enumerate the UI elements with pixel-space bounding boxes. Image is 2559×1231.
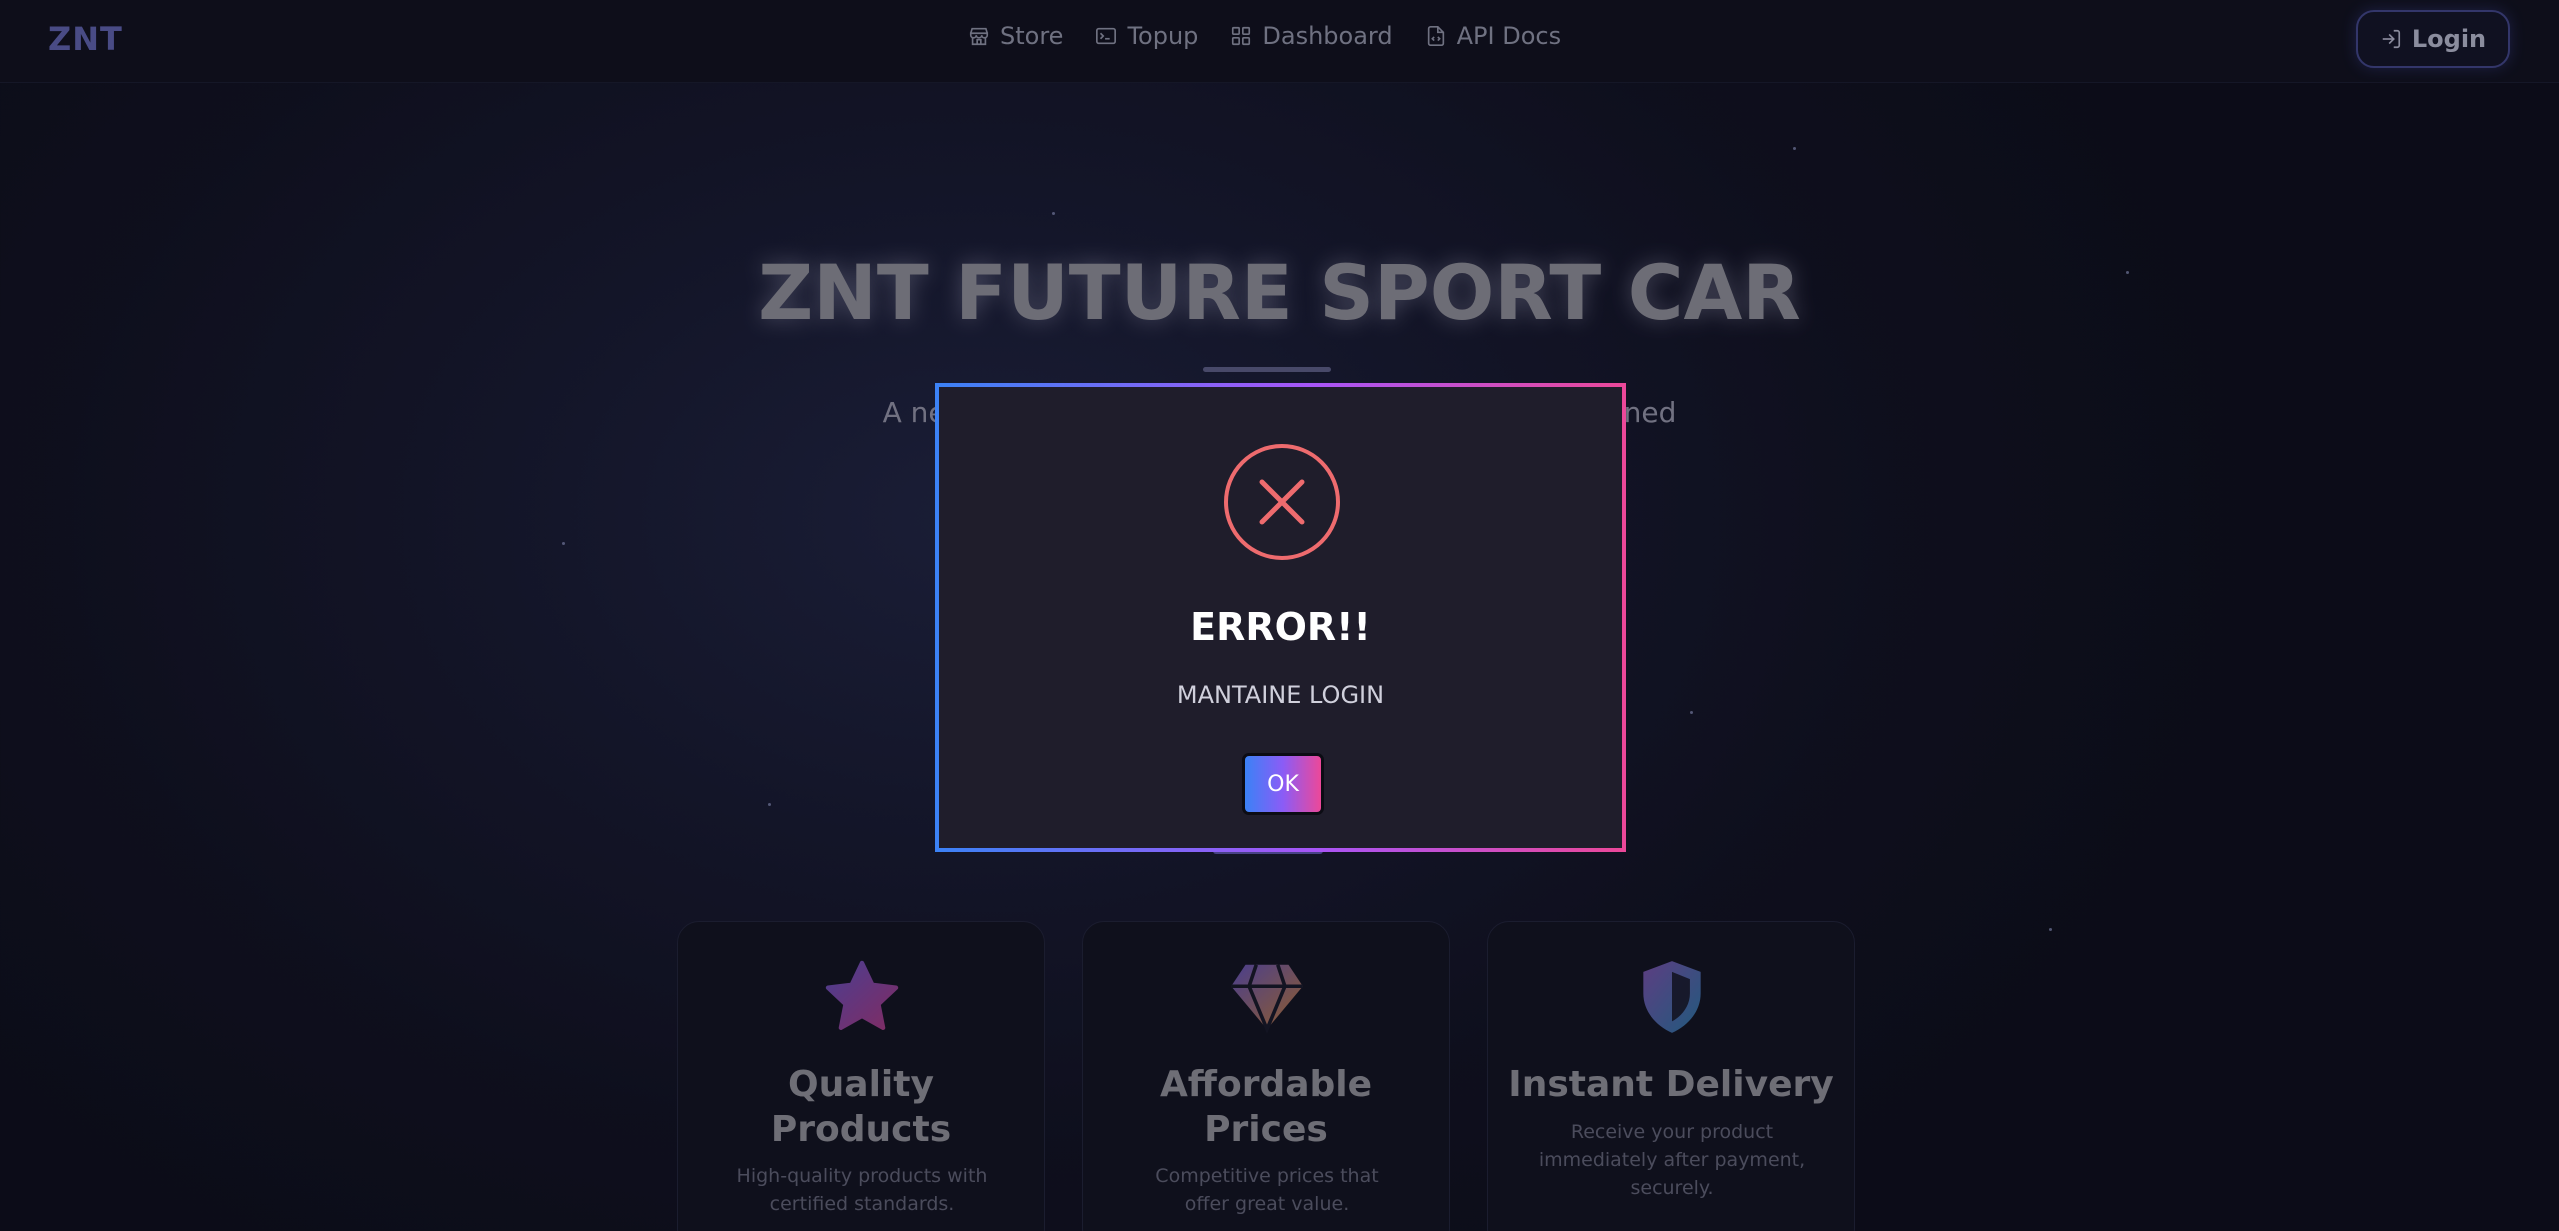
ok-button[interactable]: OK (1242, 753, 1324, 815)
error-dialog: ERROR!! MANTAINE LOGIN OK (935, 383, 1626, 852)
error-x-icon (1224, 444, 1340, 560)
error-dialog-body: ERROR!! MANTAINE LOGIN OK (939, 387, 1622, 848)
error-message: MANTAINE LOGIN (1176, 681, 1385, 709)
error-title: ERROR!! (1190, 605, 1371, 649)
